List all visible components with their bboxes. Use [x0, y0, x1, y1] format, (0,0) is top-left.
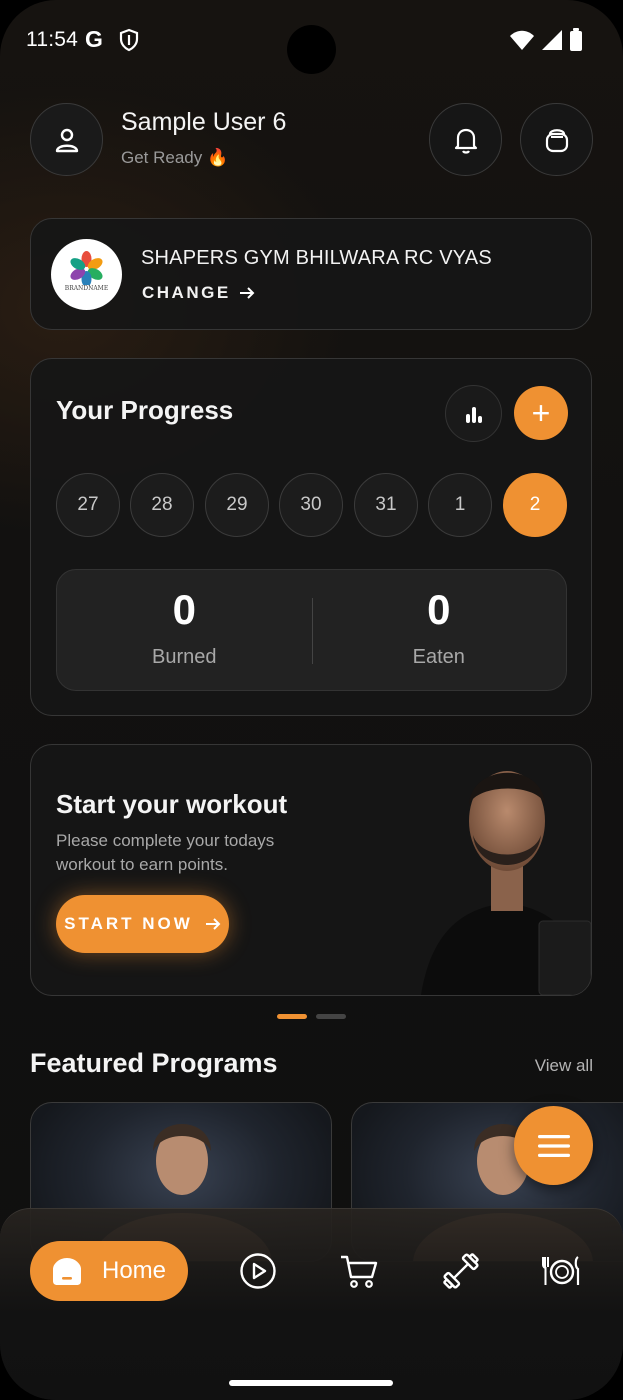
notifications-button[interactable]: [429, 103, 502, 176]
home-icon: [53, 1258, 81, 1285]
bottom-navigation: Home: [0, 1208, 623, 1400]
profile-button[interactable]: [30, 103, 103, 176]
eaten-value: 0: [427, 586, 451, 633]
workout-description: Please complete your todays workout to e…: [56, 831, 275, 874]
signal-icon: [542, 30, 562, 50]
plate-icon: [542, 1256, 580, 1285]
nav-workout-tab[interactable]: [439, 1249, 483, 1293]
day-chip-selected[interactable]: 2: [503, 473, 567, 537]
eaten-stat: 0 Eaten: [312, 570, 567, 690]
status-icons: [509, 28, 583, 52]
nav-diet-tab[interactable]: [540, 1249, 584, 1293]
change-label: CHANGE: [142, 283, 231, 302]
status-bar: 11:54 G: [0, 0, 623, 80]
progress-title: Your Progress: [56, 395, 234, 425]
menu-icon: [537, 1134, 570, 1157]
day-selector: 27 28 29 30 31 1 2: [56, 473, 568, 537]
carousel-dot[interactable]: [316, 1014, 346, 1019]
workout-title: Start your workout: [56, 789, 288, 819]
cart-icon: [341, 1255, 378, 1288]
shield-icon: [119, 28, 139, 52]
brand-logo-icon: [70, 251, 103, 285]
day-chip[interactable]: 1: [428, 473, 492, 537]
status-time: 11:54: [26, 28, 78, 51]
bell-icon: [454, 128, 477, 154]
menu-fab-button[interactable]: [514, 1106, 593, 1185]
trainer-image: [421, 771, 591, 995]
battery-icon: [570, 28, 582, 51]
carousel-dot-active[interactable]: [277, 1014, 307, 1019]
burned-stat: 0 Burned: [57, 570, 312, 690]
day-chip[interactable]: 31: [354, 473, 418, 537]
view-all-link[interactable]: View all: [535, 1056, 593, 1076]
burned-value: 0: [172, 586, 196, 633]
user-greeting: Get Ready 🔥: [121, 148, 229, 167]
day-chip[interactable]: 28: [130, 473, 194, 537]
bar-chart-icon: [465, 406, 482, 423]
bag-button[interactable]: [520, 103, 593, 176]
carousel-indicator: [277, 1014, 346, 1019]
google-icon: G: [85, 26, 103, 52]
nav-home-tab[interactable]: Home: [30, 1241, 188, 1301]
burned-label: Burned: [152, 646, 217, 668]
wifi-icon: [510, 30, 534, 50]
calorie-stats: 0 Burned 0 Eaten: [56, 569, 567, 691]
progress-card: Your Progress + 27 28 29 30 31 1 2 0 Bur…: [30, 358, 592, 716]
change-gym-link[interactable]: CHANGE: [142, 283, 255, 303]
play-icon: [240, 1253, 276, 1289]
app-screen: 11:54 G Sample User 6 Get Ready 🔥 BRANDN…: [0, 0, 623, 1400]
add-progress-button[interactable]: +: [514, 386, 568, 440]
gym-name: SHAPERS GYM BHILWARA RC VYAS: [141, 247, 492, 269]
workout-banner[interactable]: Start your workout Please complete your …: [30, 744, 592, 996]
stats-button[interactable]: [445, 385, 502, 442]
featured-title: Featured Programs: [30, 1048, 278, 1078]
gesture-home-bar[interactable]: [229, 1380, 393, 1386]
nav-shop-tab[interactable]: [337, 1249, 381, 1293]
dumbbell-icon: [443, 1253, 479, 1289]
day-chip[interactable]: 27: [56, 473, 120, 537]
user-icon: [55, 128, 78, 152]
gym-logo: BRANDNAME: [51, 239, 122, 310]
gym-card: BRANDNAME SHAPERS GYM BHILWARA RC VYAS C…: [30, 218, 592, 330]
user-name: Sample User 6: [121, 108, 287, 136]
start-now-label: START NOW: [64, 914, 193, 933]
start-now-button[interactable]: START NOW: [56, 895, 229, 953]
day-chip[interactable]: 29: [205, 473, 269, 537]
eaten-label: Eaten: [412, 646, 465, 668]
arrow-right-icon: [239, 287, 255, 299]
bag-icon: [545, 128, 568, 152]
day-chip[interactable]: 30: [279, 473, 343, 537]
camera-cutout: [287, 25, 336, 74]
arrow-right-icon: [205, 918, 221, 930]
nav-home-label: Home: [102, 1257, 167, 1284]
nav-videos-tab[interactable]: [236, 1249, 280, 1293]
logo-text: BRANDNAME: [64, 285, 109, 292]
